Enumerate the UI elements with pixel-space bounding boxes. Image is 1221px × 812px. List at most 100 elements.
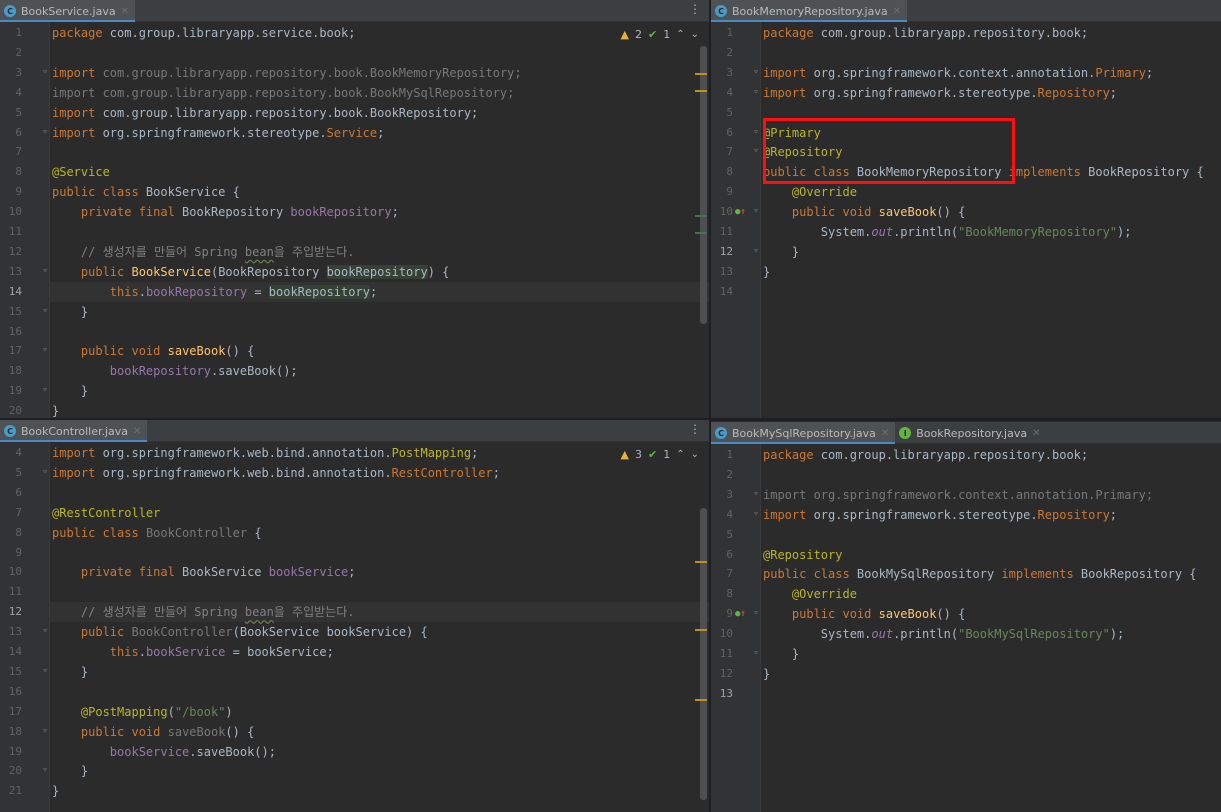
tab-bookcontroller-java[interactable]: C BookController.java ✕ bbox=[0, 420, 148, 442]
code-line[interactable] bbox=[761, 525, 1221, 545]
code-line[interactable] bbox=[50, 43, 709, 63]
code-line[interactable]: } bbox=[50, 761, 709, 781]
code-line[interactable]: this.bookRepository = bookRepository; bbox=[50, 281, 709, 302]
code-line[interactable]: import com.group.libraryapp.repository.b… bbox=[50, 83, 709, 103]
code-line[interactable]: } bbox=[50, 781, 709, 801]
code-line[interactable]: bookService.saveBook(); bbox=[50, 742, 709, 762]
code-line[interactable]: public class BookController { bbox=[50, 523, 709, 543]
code-line[interactable]: public class BookMySqlRepository impleme… bbox=[761, 564, 1221, 584]
tab-bookmysqlrepository-java[interactable]: C BookMySqlRepository.java ✕ bbox=[711, 422, 896, 444]
code-line[interactable]: import org.springframework.context.annot… bbox=[761, 485, 1221, 505]
code-line[interactable]: @Service bbox=[50, 162, 709, 182]
code-line[interactable]: import org.springframework.web.bind.anno… bbox=[50, 463, 709, 483]
implements-method-icon[interactable]: ●↑ bbox=[735, 604, 746, 624]
tab-bookmemoryrepository-java[interactable]: C BookMemoryRepository.java ✕ bbox=[711, 0, 907, 22]
code-line[interactable] bbox=[50, 682, 709, 702]
code-line[interactable]: public class BookService { bbox=[50, 182, 709, 202]
warning-marker[interactable] bbox=[695, 90, 707, 92]
code-line[interactable] bbox=[50, 322, 709, 342]
code-line[interactable] bbox=[50, 543, 709, 563]
code-line[interactable] bbox=[50, 142, 709, 162]
code-editor[interactable]: 1 2 3 ⌔ 4 5 6 ⌔ 7 8 9 10 11 12 13 ⌔ 14 15 ⌔ 16 17 ⌔ 18 19 ⌔ 20 ▲ 2… bbox=[0, 22, 709, 418]
code-line[interactable]: private final BookService bookService; bbox=[50, 562, 709, 582]
code-line[interactable]: bookRepository.saveBook(); bbox=[50, 361, 709, 381]
warning-marker[interactable] bbox=[695, 561, 707, 563]
code-area[interactable]: import org.springframework.web.bind.anno… bbox=[50, 442, 709, 812]
more-options-icon[interactable]: ⋮ bbox=[689, 2, 701, 16]
close-icon[interactable]: ✕ bbox=[1032, 428, 1040, 439]
code-line[interactable]: import org.springframework.stereotype.Re… bbox=[761, 83, 1221, 103]
code-line[interactable] bbox=[50, 483, 709, 503]
line-gutter[interactable]: 1 2 3 ⌔ 4 5 6 ⌔ 7 8 9 10 11 12 13 ⌔ 14 15 ⌔ 16 17 ⌔ 18 19 ⌔ 20 bbox=[0, 22, 50, 418]
code-line[interactable]: package com.group.libraryapp.service.boo… bbox=[50, 23, 709, 43]
code-line[interactable] bbox=[761, 43, 1221, 63]
code-line[interactable] bbox=[761, 684, 1221, 704]
tab-bookservice-java[interactable]: C BookService.java ✕ bbox=[0, 0, 135, 22]
vertical-scrollbar[interactable] bbox=[700, 508, 707, 800]
code-line[interactable]: @Override bbox=[761, 182, 1221, 202]
warning-marker[interactable] bbox=[695, 73, 707, 75]
code-line[interactable]: import org.springframework.context.annot… bbox=[761, 63, 1221, 83]
code-editor[interactable]: 4 5 ⌔ 6 7 8 9 10 11 12 13 ⌔ 14 15 ⌔ 16 17 18 ⌔ 19 20 ⌔ 21 ▲ 3 ✔… bbox=[0, 442, 709, 812]
close-icon[interactable]: ✕ bbox=[133, 426, 141, 437]
code-line[interactable]: import com.group.libraryapp.repository.b… bbox=[50, 63, 709, 83]
code-line[interactable]: public void saveBook() { bbox=[50, 341, 709, 361]
chevron-down-icon[interactable]: ⌄ bbox=[691, 29, 699, 40]
change-marker[interactable] bbox=[695, 215, 707, 217]
code-line[interactable]: public void saveBook() { bbox=[761, 202, 1221, 222]
code-line[interactable] bbox=[761, 282, 1221, 302]
code-editor[interactable]: 1 2 3 ⌔ 4 ⌔ 5 6 7 8 9 ⌔ ●↑ 10 11 ⌔ 12 13 package com.grou… bbox=[711, 444, 1221, 812]
warning-marker[interactable] bbox=[695, 699, 707, 701]
line-gutter[interactable]: 4 5 ⌔ 6 7 8 9 10 11 12 13 ⌔ 14 15 ⌔ 16 17 18 ⌔ 19 20 ⌔ 21 bbox=[0, 442, 50, 812]
code-line[interactable] bbox=[50, 582, 709, 602]
code-line[interactable]: import org.springframework.web.bind.anno… bbox=[50, 443, 709, 463]
code-line[interactable]: import com.group.libraryapp.repository.b… bbox=[50, 103, 709, 123]
chevron-up-icon[interactable]: ⌃ bbox=[676, 449, 684, 460]
code-line[interactable]: @Repository bbox=[761, 545, 1221, 565]
line-gutter[interactable]: 1 2 3 ⌔ 4 ⌔ 5 6 ⌔ 7 ⌔ 8 9 10 ⌔ ●↑ 11 12 ⌔ 13 14 bbox=[711, 22, 761, 418]
inspection-widget[interactable]: ▲ 2 ✔ 1 ⌃ ⌄ bbox=[621, 28, 699, 41]
code-line[interactable] bbox=[50, 222, 709, 242]
code-area[interactable]: package com.group.libraryapp.repository.… bbox=[761, 444, 1221, 812]
code-line[interactable]: System.out.println("BookMemoryRepository… bbox=[761, 222, 1221, 242]
code-line[interactable]: } bbox=[50, 401, 709, 418]
code-line[interactable]: @PostMapping("/book") bbox=[50, 702, 709, 722]
code-line[interactable]: public void saveBook() { bbox=[761, 604, 1221, 624]
code-editor[interactable]: 1 2 3 ⌔ 4 ⌔ 5 6 ⌔ 7 ⌔ 8 9 10 ⌔ ●↑ 11 12 ⌔ 13 14 package com.… bbox=[711, 22, 1221, 418]
implements-method-icon[interactable]: ●↑ bbox=[735, 202, 746, 222]
code-line[interactable]: } bbox=[761, 664, 1221, 684]
more-options-icon[interactable]: ⋮ bbox=[689, 422, 701, 436]
close-icon[interactable]: ✕ bbox=[893, 6, 901, 17]
code-line[interactable]: public void saveBook() { bbox=[50, 722, 709, 742]
code-line[interactable]: import org.springframework.stereotype.Se… bbox=[50, 123, 709, 143]
code-line[interactable]: } bbox=[761, 242, 1221, 262]
code-line[interactable]: import org.springframework.stereotype.Re… bbox=[761, 505, 1221, 525]
code-line[interactable]: } bbox=[761, 644, 1221, 664]
code-line[interactable]: this.bookService = bookService; bbox=[50, 642, 709, 662]
code-line[interactable]: System.out.println("BookMySqlRepository"… bbox=[761, 624, 1221, 644]
chevron-down-icon[interactable]: ⌄ bbox=[691, 449, 699, 460]
code-line[interactable]: // 생성자를 만들어 Spring bean을 주입받는다. bbox=[50, 242, 709, 262]
code-line[interactable]: @RestController bbox=[50, 503, 709, 523]
warning-marker[interactable] bbox=[695, 629, 707, 631]
code-line[interactable]: private final BookRepository bookReposit… bbox=[50, 202, 709, 222]
code-line[interactable]: package com.group.libraryapp.repository.… bbox=[761, 23, 1221, 43]
code-line[interactable]: public BookController(BookService bookSe… bbox=[50, 622, 709, 642]
line-gutter[interactable]: 1 2 3 ⌔ 4 ⌔ 5 6 7 8 9 ⌔ ●↑ 10 11 ⌔ 12 13 bbox=[711, 444, 761, 812]
chevron-up-icon[interactable]: ⌃ bbox=[676, 29, 684, 40]
code-area[interactable]: package com.group.libraryapp.service.boo… bbox=[50, 22, 709, 418]
code-line[interactable] bbox=[761, 465, 1221, 485]
code-line[interactable]: } bbox=[50, 302, 709, 322]
change-marker[interactable] bbox=[695, 232, 707, 234]
code-line[interactable]: @Override bbox=[761, 584, 1221, 604]
inspection-widget[interactable]: ▲ 3 ✔ 1 ⌃ ⌄ bbox=[621, 448, 699, 461]
code-area[interactable]: package com.group.libraryapp.repository.… bbox=[761, 22, 1221, 418]
code-line[interactable]: } bbox=[761, 262, 1221, 282]
close-icon[interactable]: ✕ bbox=[881, 428, 889, 439]
tab-bookrepository-java[interactable]: I BookRepository.java ✕ bbox=[895, 422, 1046, 444]
close-icon[interactable]: ✕ bbox=[121, 6, 129, 17]
code-line[interactable]: } bbox=[50, 662, 709, 682]
code-line[interactable]: // 생성자를 만들어 Spring bean을 주입받는다. bbox=[50, 602, 709, 623]
code-line[interactable]: } bbox=[50, 381, 709, 401]
code-line[interactable]: public BookService(BookRepository bookRe… bbox=[50, 262, 709, 282]
